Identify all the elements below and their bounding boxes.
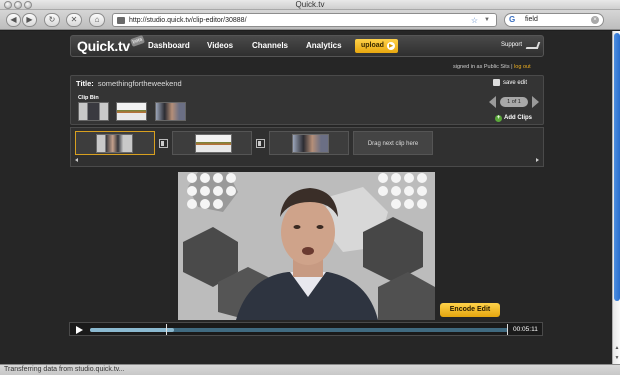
site-nav: Quick.tv beta Dashboard Videos Channels … bbox=[70, 35, 544, 57]
timeline-strip: Drag next clip here bbox=[70, 127, 544, 167]
timeline-clip-slot[interactable] bbox=[269, 131, 349, 155]
favicon-icon bbox=[117, 17, 125, 24]
title-label: Title: bbox=[76, 79, 94, 88]
page-content: Quick.tv beta Dashboard Videos Channels … bbox=[0, 31, 612, 364]
title-bar: Quick.tv bbox=[0, 0, 620, 10]
page-indicator: 1 of 1 bbox=[500, 97, 528, 107]
home-icon: ⌂ bbox=[94, 15, 100, 24]
clip-bin-thumbnail[interactable] bbox=[78, 102, 109, 121]
nav-analytics[interactable]: Analytics bbox=[306, 36, 342, 56]
plus-icon: + bbox=[495, 115, 502, 122]
in-point-handle[interactable] bbox=[166, 324, 170, 335]
timeline-scrollbar[interactable] bbox=[75, 158, 539, 163]
transition-icon[interactable] bbox=[159, 139, 168, 148]
player-controls: 00:05:11 bbox=[69, 322, 543, 336]
timeline-clip-slot[interactable] bbox=[172, 131, 252, 155]
nav-channels[interactable]: Channels bbox=[252, 36, 288, 56]
stop-icon: ✕ bbox=[70, 15, 78, 24]
progress-fill bbox=[90, 328, 174, 332]
home-button[interactable]: ⌂ bbox=[89, 13, 105, 27]
timeline-clip-thumbnail[interactable] bbox=[292, 134, 329, 153]
separator: | bbox=[511, 64, 513, 70]
clip-bin-thumbnail[interactable] bbox=[116, 102, 147, 121]
upload-label: upload bbox=[361, 42, 384, 49]
play-icon[interactable] bbox=[76, 326, 83, 334]
page-scrollbar[interactable]: ▲ ▼ bbox=[612, 31, 620, 364]
support-icon[interactable] bbox=[525, 42, 541, 49]
url-text: http://studio.quick.tv/clip-editor/30888… bbox=[129, 17, 247, 24]
add-clips-label: Add Clips bbox=[504, 115, 532, 121]
scroll-thumb[interactable] bbox=[614, 33, 620, 301]
video-preview[interactable] bbox=[178, 172, 435, 320]
save-edit-button[interactable]: save edit bbox=[503, 79, 527, 88]
nav-dashboard[interactable]: Dashboard bbox=[148, 36, 190, 56]
stop-button[interactable]: ✕ bbox=[66, 13, 82, 27]
encode-edit-button[interactable]: Encode Edit bbox=[440, 303, 500, 317]
add-clips-button[interactable]: + Add Clips bbox=[495, 114, 532, 122]
signed-in-info: signed in as Public Sits | log out bbox=[453, 63, 531, 71]
search-text: field bbox=[525, 16, 538, 23]
user-name[interactable]: Public Sits bbox=[484, 64, 510, 70]
support-link[interactable]: Support bbox=[501, 36, 522, 54]
back-button[interactable]: ◀ bbox=[6, 13, 21, 27]
save-icon[interactable] bbox=[493, 79, 500, 86]
nav-videos[interactable]: Videos bbox=[207, 36, 233, 56]
forward-arrow-icon: ▶ bbox=[26, 15, 33, 24]
scroll-up-icon[interactable]: ▲ bbox=[614, 344, 620, 352]
clear-search-icon[interactable]: × bbox=[591, 16, 599, 24]
beta-badge: beta bbox=[130, 35, 145, 47]
transition-icon[interactable] bbox=[256, 139, 265, 148]
bookmark-star-icon[interactable]: ☆ bbox=[471, 14, 478, 27]
previous-page-icon[interactable] bbox=[489, 96, 496, 108]
reload-button[interactable]: ↻ bbox=[44, 13, 60, 27]
progress-track[interactable] bbox=[90, 328, 508, 332]
signed-in-prefix: signed in as bbox=[453, 64, 483, 70]
upload-button[interactable]: upload ▶ bbox=[355, 39, 398, 53]
arrow-right-icon: ▶ bbox=[387, 42, 395, 50]
drop-clip-slot[interactable]: Drag next clip here bbox=[353, 131, 433, 155]
clip-bin-panel: Title: somethingfortheweekend save edit … bbox=[70, 75, 544, 125]
window-title: Quick.tv bbox=[295, 0, 325, 9]
search-field[interactable]: G field × bbox=[504, 13, 604, 27]
clip-bin-thumbnail[interactable] bbox=[155, 102, 186, 121]
address-bar[interactable]: http://studio.quick.tv/clip-editor/30888… bbox=[112, 13, 497, 27]
url-dropdown-icon[interactable]: ▼ bbox=[484, 14, 490, 27]
reload-icon: ↻ bbox=[48, 15, 56, 24]
next-page-icon[interactable] bbox=[532, 96, 539, 108]
clip-bin-label: Clip Bin bbox=[78, 95, 99, 101]
search-engine-icon[interactable]: G bbox=[509, 14, 515, 26]
back-arrow-icon: ◀ bbox=[10, 15, 17, 24]
status-text: Transferring data from studio.quick.tv..… bbox=[4, 366, 125, 373]
logout-link[interactable]: log out bbox=[514, 64, 531, 70]
timeline-clip-slot[interactable] bbox=[75, 131, 155, 155]
scroll-left-icon[interactable] bbox=[75, 158, 78, 162]
scroll-down-icon[interactable]: ▼ bbox=[614, 354, 620, 362]
forward-button[interactable]: ▶ bbox=[22, 13, 37, 27]
edit-title: Title: somethingfortheweekend bbox=[76, 79, 182, 89]
title-value[interactable]: somethingfortheweekend bbox=[98, 79, 182, 88]
video-frame-image bbox=[178, 172, 435, 320]
timeline-clip-thumbnail[interactable] bbox=[96, 134, 133, 153]
status-bar: Transferring data from studio.quick.tv..… bbox=[0, 364, 620, 375]
browser-toolbar: ◀ ▶ ↻ ✕ ⌂ http://studio.quick.tv/clip-ed… bbox=[0, 10, 620, 30]
out-point-handle[interactable] bbox=[507, 324, 511, 335]
browser-window: Quick.tv ◀ ▶ ↻ ✕ ⌂ http://studio.quick.t… bbox=[0, 0, 620, 375]
scroll-right-icon[interactable] bbox=[536, 158, 539, 162]
playback-time: 00:05:11 bbox=[513, 326, 538, 333]
timeline-clip-thumbnail[interactable] bbox=[195, 134, 232, 153]
site-logo[interactable]: Quick.tv bbox=[77, 37, 130, 55]
